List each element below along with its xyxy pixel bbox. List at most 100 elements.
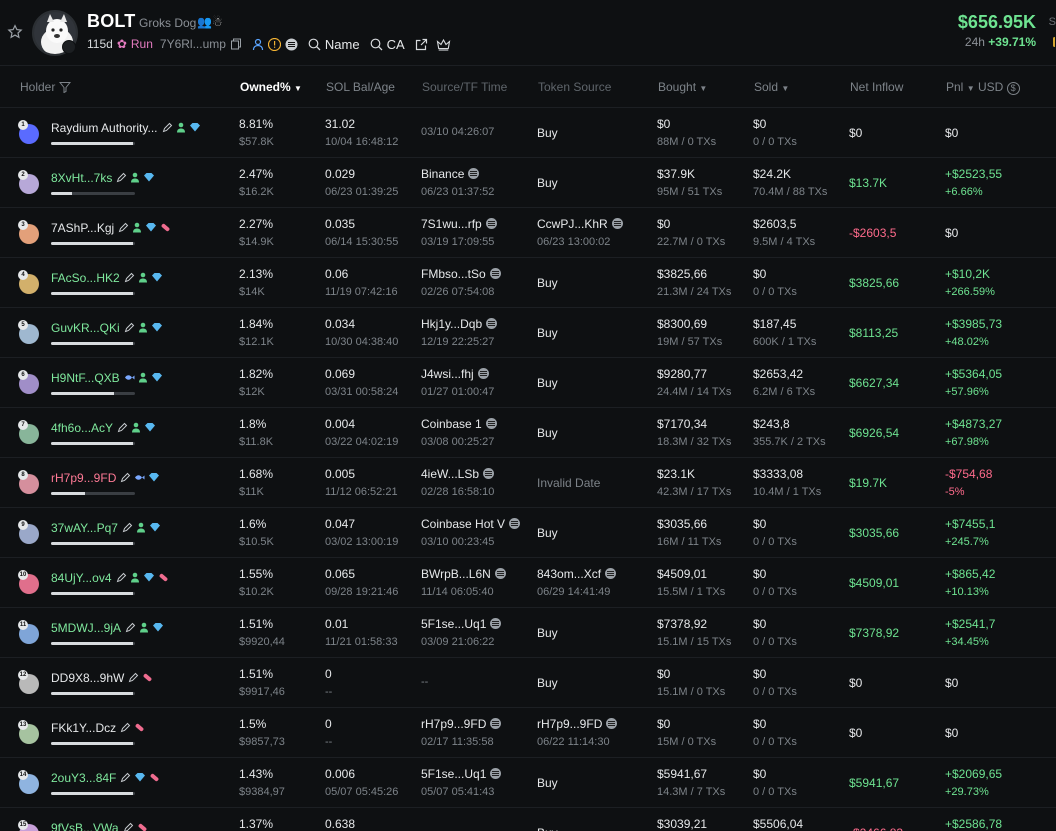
- col-pnl[interactable]: Pnl ▼: [946, 80, 975, 94]
- holder-name[interactable]: FKk1Y...Dcz: [51, 721, 116, 735]
- edit-icon[interactable]: [116, 172, 127, 183]
- col-holder[interactable]: Holder: [20, 80, 71, 94]
- edit-icon[interactable]: [124, 322, 135, 333]
- holder-name[interactable]: 9fVsB...VWa: [51, 821, 119, 831]
- col-net-inflow[interactable]: Net Inflow: [850, 80, 903, 94]
- table-row[interactable]: 6 H9NtF...QXB 1.82% $12K 0.069 03/31 00:58:24…: [0, 358, 1056, 408]
- table-row[interactable]: 4 FAcSo...HK2 2.13% $14K 0.06 11/19 07:42:16 F…: [0, 258, 1056, 308]
- funding-source-label[interactable]: FMbso...tSo: [421, 267, 486, 281]
- funding-source-label[interactable]: 7S1wu...rfp: [421, 217, 482, 231]
- funding-source[interactable]: J4wsi...fhj: [421, 367, 489, 381]
- holder-name[interactable]: 7AShP...Kgj: [51, 221, 114, 235]
- holder-name[interactable]: 4fh6o...AcY: [51, 421, 113, 435]
- holder-name[interactable]: 2ouY3...84F: [51, 771, 116, 785]
- col-token-source[interactable]: Token Source: [538, 80, 611, 94]
- edit-icon[interactable]: [120, 722, 131, 733]
- edit-icon[interactable]: [128, 672, 139, 683]
- favorite-star-icon[interactable]: [7, 24, 23, 40]
- warning-icon[interactable]: [267, 37, 281, 51]
- funding-source-label[interactable]: 4ieW...LSb: [421, 467, 479, 481]
- holder-address[interactable]: 4fh6o...AcY: [51, 421, 156, 435]
- col-bought[interactable]: Bought ▼: [658, 80, 707, 94]
- edit-icon[interactable]: [124, 272, 135, 283]
- funding-source[interactable]: 4ieW...LSb: [421, 467, 495, 481]
- col-sold[interactable]: Sold ▼: [754, 80, 789, 94]
- funding-source-label[interactable]: 5F1se...Uq1: [421, 767, 486, 781]
- usd-toggle[interactable]: USD $: [978, 80, 1020, 95]
- holder-name[interactable]: H9NtF...QXB: [51, 371, 120, 385]
- holder-address[interactable]: FAcSo...HK2: [51, 271, 163, 285]
- holder-address[interactable]: GuvKR...QKi: [51, 321, 163, 335]
- col-sol-bal[interactable]: SOL Bal/Age: [326, 80, 395, 94]
- funding-source[interactable]: FMbso...tSo: [421, 267, 501, 281]
- table-row[interactable]: 3 7AShP...Kgj 2.27% $14.9K 0.035 06/14 15:30:…: [0, 208, 1056, 258]
- table-row[interactable]: 5 GuvKR...QKi 1.84% $12.1K 0.034 10/30 04:38:…: [0, 308, 1056, 358]
- table-row[interactable]: 1 Raydium Authority... 8.81% $57.8K 31.02 10/…: [0, 108, 1056, 158]
- token-source-label[interactable]: 843om...Xcf: [537, 567, 601, 581]
- funding-source-label[interactable]: J4wsi...fhj: [421, 367, 474, 381]
- table-row[interactable]: 11 5MDWJ...9jA 1.51% $9920,44 0.01 11/21 01:5…: [0, 608, 1056, 658]
- holder-name[interactable]: DD9X8...9hW: [51, 671, 124, 685]
- holder-name[interactable]: Raydium Authority...: [51, 121, 158, 135]
- funding-source-label[interactable]: rH7p9...9FD: [421, 717, 486, 731]
- funding-source[interactable]: Binance: [421, 167, 480, 181]
- search-name-icon[interactable]: [308, 38, 321, 51]
- table-row[interactable]: 15 9fVsB...VWa 1.37% 0.638 Buy $3039,21 $5506,…: [0, 808, 1056, 831]
- holder-name[interactable]: 37wAY...Pq7: [51, 521, 118, 535]
- funding-source-label[interactable]: Coinbase Hot V: [421, 517, 505, 531]
- holder-name[interactable]: FAcSo...HK2: [51, 271, 120, 285]
- holder-address[interactable]: 9fVsB...VWa: [51, 821, 148, 831]
- funding-source[interactable]: 7S1wu...rfp: [421, 217, 497, 231]
- contract-address[interactable]: 7Y6Rl...ump: [160, 37, 226, 51]
- edit-icon[interactable]: [123, 822, 134, 831]
- list-icon[interactable]: [285, 38, 298, 51]
- table-row[interactable]: 14 2ouY3...84F 1.43% $9384,97 0.006 05/07 05:…: [0, 758, 1056, 808]
- holder-address[interactable]: 5MDWJ...9jA: [51, 621, 164, 635]
- holder-address[interactable]: 7AShP...Kgj: [51, 221, 171, 235]
- table-row[interactable]: 7 4fh6o...AcY 1.8% $11.8K 0.004 03/22 04:02:1…: [0, 408, 1056, 458]
- table-row[interactable]: 13 FKk1Y...Dcz 1.5% $9857,73 0 -- rH7p9...9FD 0…: [0, 708, 1056, 758]
- search-ca-icon[interactable]: [370, 38, 383, 51]
- funding-source[interactable]: Coinbase Hot V: [421, 517, 521, 531]
- holder-address[interactable]: rH7p9...9FD: [51, 471, 160, 485]
- edit-icon[interactable]: [117, 422, 128, 433]
- funding-source[interactable]: Hkj1y...Dqb: [421, 317, 498, 331]
- holder-address[interactable]: FKk1Y...Dcz: [51, 721, 145, 735]
- table-row[interactable]: 2 8XvHt...7ks 2.47% $16.2K 0.029 06/23 01:39:…: [0, 158, 1056, 208]
- token-source[interactable]: CcwPJ...KhR: [537, 217, 623, 231]
- table-row[interactable]: 9 37wAY...Pq7 1.6% $10.5K 0.047 03/02 13:00:1…: [0, 508, 1056, 558]
- funding-source-label[interactable]: 5F1se...Uq1: [421, 617, 486, 631]
- edit-icon[interactable]: [118, 222, 129, 233]
- holder-name[interactable]: 8XvHt...7ks: [51, 171, 112, 185]
- table-row[interactable]: 10 84UjY...ov4 1.55% $10.2K 0.065 09/28 19:21…: [0, 558, 1056, 608]
- holder-name[interactable]: GuvKR...QKi: [51, 321, 120, 335]
- funding-source-label[interactable]: Hkj1y...Dqb: [421, 317, 482, 331]
- funding-source[interactable]: BWrpB...L6N: [421, 567, 506, 581]
- funding-source[interactable]: 5F1se...Uq1: [421, 617, 502, 631]
- copy-icon[interactable]: [230, 38, 242, 50]
- search-ca-label[interactable]: CA: [387, 37, 405, 52]
- holder-address[interactable]: H9NtF...QXB: [51, 371, 163, 385]
- holder-address[interactable]: 84UjY...ov4: [51, 571, 169, 585]
- token-source[interactable]: rH7p9...9FD: [537, 717, 618, 731]
- edit-icon[interactable]: [120, 472, 131, 483]
- token-source-label[interactable]: CcwPJ...KhR: [537, 217, 608, 231]
- funding-source[interactable]: Coinbase 1: [421, 417, 497, 431]
- external-link-icon[interactable]: [415, 38, 428, 51]
- funding-source-label[interactable]: Binance: [421, 167, 464, 181]
- token-source[interactable]: 843om...Xcf: [537, 567, 617, 581]
- holder-name[interactable]: 5MDWJ...9jA: [51, 621, 121, 635]
- holder-address[interactable]: DD9X8...9hW: [51, 671, 153, 685]
- table-row[interactable]: 12 DD9X8...9hW 1.51% $9917,46 0 -- -- Buy $0 15.1…: [0, 658, 1056, 708]
- edit-icon[interactable]: [122, 522, 133, 533]
- edit-icon[interactable]: [162, 122, 173, 133]
- user-icon[interactable]: [252, 38, 264, 51]
- col-source[interactable]: Source/TF Time: [422, 80, 507, 94]
- holder-address[interactable]: 8XvHt...7ks: [51, 171, 155, 185]
- edit-icon[interactable]: [125, 622, 136, 633]
- filter-icon[interactable]: [58, 81, 71, 94]
- funding-source[interactable]: 5F1se...Uq1: [421, 767, 502, 781]
- edit-icon[interactable]: [120, 772, 131, 783]
- crown-icon[interactable]: [436, 38, 451, 51]
- table-row[interactable]: 8 rH7p9...9FD 1.68% $11K 0.005 11/12 06:52:21…: [0, 458, 1056, 508]
